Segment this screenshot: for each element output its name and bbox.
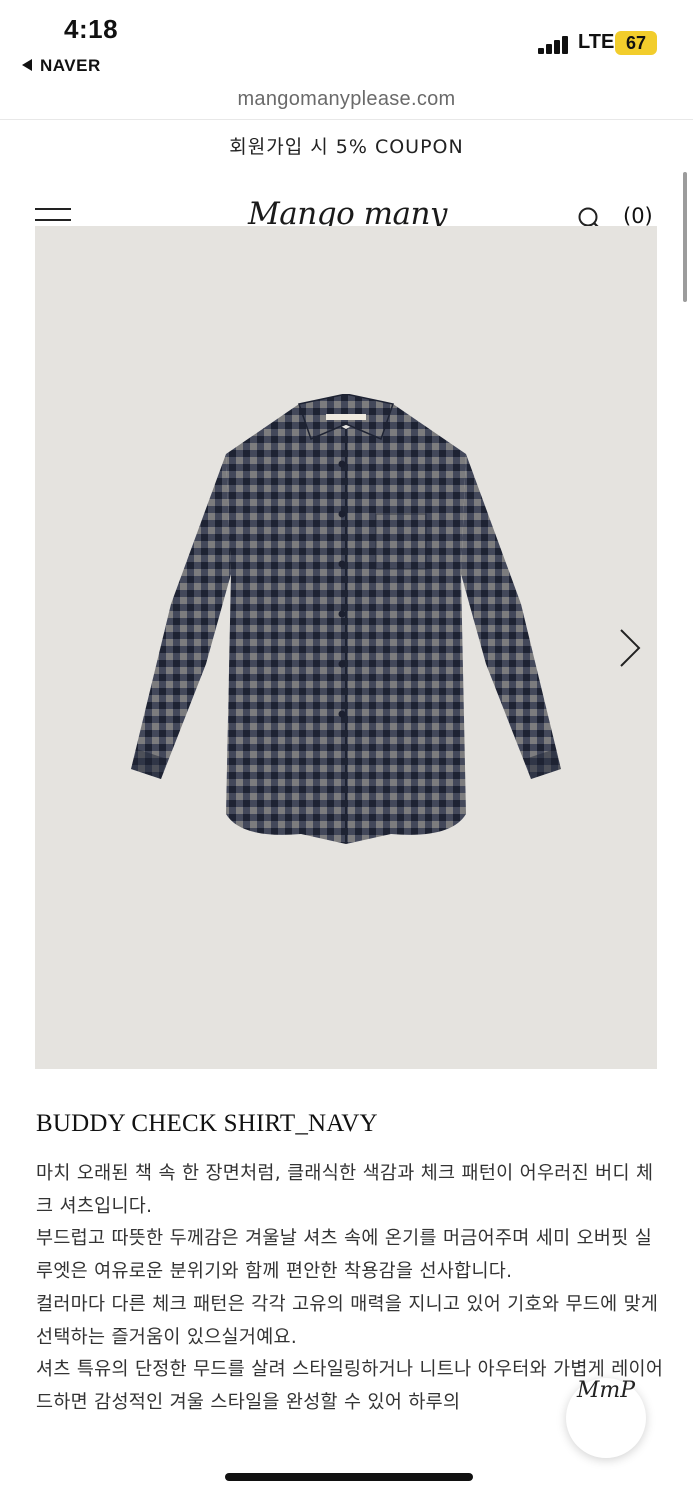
back-arrow-icon <box>22 59 32 71</box>
status-bar: 4:18 NAVER LTE 67 <box>0 0 693 84</box>
url-text: mangomanyplease.com <box>237 88 456 110</box>
back-to-app-link[interactable]: NAVER <box>22 56 101 76</box>
page-scrollbar[interactable] <box>683 172 687 302</box>
status-time: 4:18 <box>64 14 119 44</box>
address-bar[interactable]: mangomanyplease.com <box>0 84 693 120</box>
cart-count[interactable]: (0) <box>623 204 653 228</box>
floating-logo-button[interactable]: MmP <box>566 1378 646 1458</box>
product-image-carousel[interactable] <box>35 226 657 1069</box>
network-label: LTE <box>578 31 615 53</box>
product-title: BUDDY CHECK SHIRT_NAVY <box>36 1110 378 1137</box>
coupon-banner[interactable]: 회원가입 시 5% COUPON <box>0 132 693 159</box>
back-app-label: NAVER <box>40 56 101 75</box>
next-arrow-icon[interactable] <box>618 628 642 668</box>
description-paragraph: 마치 오래된 책 속 한 장면처럼, 클래식한 색감과 체크 패턴이 어우러진 … <box>36 1163 654 1217</box>
battery-indicator: 67 <box>615 31 657 55</box>
description-paragraph: 컬러마다 다른 체크 패턴은 각각 고유의 매력을 지니고 있어 기호와 무드에… <box>36 1293 659 1348</box>
signal-icon <box>538 36 572 54</box>
product-image-shirt <box>131 394 561 844</box>
description-paragraph: 부드럽고 따뜻한 두께감은 겨울날 셔츠 속에 온기를 머금어주며 세미 오버핏… <box>36 1228 653 1283</box>
product-description: 마치 오래된 책 속 한 장면처럼, 클래식한 색감과 체크 패턴이 어우러진 … <box>36 1158 666 1420</box>
redaction-mark <box>225 1473 473 1481</box>
